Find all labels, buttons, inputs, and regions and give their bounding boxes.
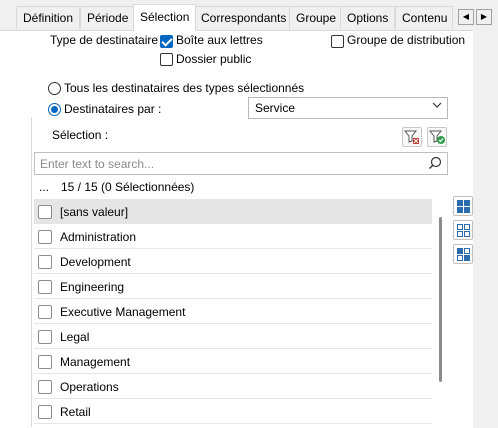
invert-selection-icon[interactable]: [453, 244, 473, 264]
select-all-icon[interactable]: [453, 196, 473, 216]
tab-groupe[interactable]: Groupe: [289, 6, 344, 29]
list-item-label: Engineering: [60, 280, 125, 294]
search-icon[interactable]: [428, 156, 442, 173]
list-item-checkbox[interactable]: [38, 305, 52, 319]
search-placeholder: Enter text to search...: [40, 157, 155, 171]
filter-apply-icon[interactable]: [427, 127, 447, 147]
tab-label: Période: [87, 11, 129, 25]
list-item-checkbox[interactable]: [38, 405, 52, 419]
tab-label: Groupe: [296, 11, 337, 25]
radio-recipients-by-label: Destinataires par :: [64, 102, 162, 116]
tab-periode[interactable]: Période: [80, 6, 136, 29]
select-value: Service: [255, 101, 296, 115]
list-item-checkbox[interactable]: [38, 380, 52, 394]
list-item-checkbox[interactable]: [38, 255, 52, 269]
group-border: [31, 117, 32, 427]
list-item-checkbox[interactable]: [38, 205, 52, 219]
list-scrollbar[interactable]: [434, 199, 448, 427]
tab-contenu[interactable]: Contenu: [395, 6, 453, 29]
list-item-label: Executive Management: [60, 305, 186, 319]
tab-label: Définition: [23, 11, 74, 25]
list-item-label: Operations: [60, 380, 119, 394]
list-item-checkbox[interactable]: [38, 330, 52, 344]
checkbox-mailbox-label: Boîte aux lettres: [176, 33, 263, 47]
tab-options[interactable]: Options: [340, 6, 396, 29]
value-list: [sans valeur] Administration Development…: [34, 199, 434, 427]
recipient-type-label: Type de destinataire :: [50, 33, 165, 47]
list-item-label: Retail: [60, 405, 91, 419]
list-item[interactable]: Engineering: [34, 274, 432, 299]
checkbox-distribution-group[interactable]: [331, 35, 344, 48]
list-item-checkbox[interactable]: [38, 230, 52, 244]
chevron-right-icon[interactable]: ▶: [476, 9, 492, 25]
filter-clear-icon[interactable]: [402, 127, 422, 147]
selection-label: Sélection :: [52, 128, 109, 142]
tab-bar: Définition Période Sélection Corresponda…: [0, 0, 498, 31]
recipients-by-select[interactable]: Service: [248, 97, 448, 119]
list-header: ... 15 / 15 (0 Sélectionnées): [34, 176, 448, 198]
tab-selection[interactable]: Sélection: [133, 4, 197, 31]
list-item[interactable]: Operations: [34, 374, 432, 399]
tab-label: Sélection: [140, 10, 190, 24]
list-item-label: Management: [60, 355, 131, 369]
list-item-checkbox[interactable]: [38, 355, 52, 369]
tab-correspondants[interactable]: Correspondants: [194, 6, 294, 29]
radio-all-recipients-label: Tous les destinataires des types sélecti…: [64, 81, 305, 95]
select-none-icon[interactable]: [453, 220, 473, 240]
checkbox-distribution-group-label: Groupe de distribution: [347, 33, 466, 47]
tab-label: Options: [347, 11, 389, 25]
radio-all-recipients[interactable]: [48, 82, 61, 95]
radio-recipients-by[interactable]: [48, 103, 61, 116]
list-item[interactable]: Development: [34, 249, 432, 274]
header-more-button[interactable]: ...: [39, 180, 49, 194]
checkbox-mailbox[interactable]: [160, 35, 173, 48]
list-item-label: Legal: [60, 330, 90, 344]
list-item-label: [sans valeur]: [60, 205, 129, 219]
list-item[interactable]: Legal: [34, 324, 432, 349]
tab-label: Correspondants: [201, 11, 287, 25]
search-input[interactable]: Enter text to search...: [34, 152, 448, 175]
list-count: 15 / 15 (0 Sélectionnées): [61, 180, 195, 194]
list-item[interactable]: [sans valeur]: [34, 199, 432, 224]
checkbox-public-folder-label: Dossier public: [176, 52, 252, 66]
list-item-label: Administration: [60, 230, 137, 244]
scrollbar-thumb[interactable]: [439, 217, 442, 382]
list-item-checkbox[interactable]: [38, 280, 52, 294]
list-item[interactable]: Executive Management: [34, 299, 432, 324]
tab-label: Contenu: [402, 11, 448, 25]
checkbox-public-folder[interactable]: [160, 53, 173, 66]
chevron-left-icon[interactable]: ◀: [458, 9, 474, 25]
tab-definition[interactable]: Définition: [16, 6, 81, 29]
list-item[interactable]: Retail: [34, 399, 432, 424]
list-item[interactable]: Administration: [34, 224, 432, 249]
list-item-label: Development: [60, 255, 131, 269]
list-item[interactable]: Management: [34, 349, 432, 374]
chevron-down-icon: [432, 100, 442, 113]
